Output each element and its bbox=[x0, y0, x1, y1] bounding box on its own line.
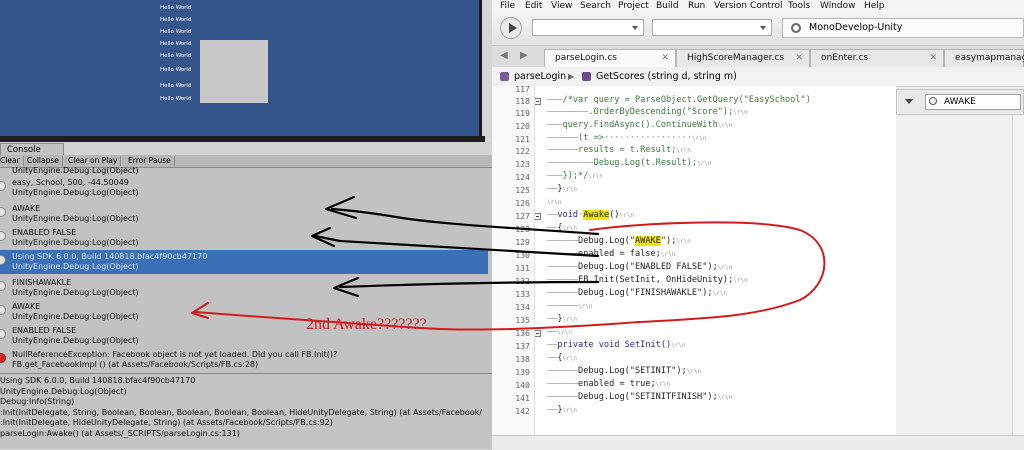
black-arrowhead bbox=[324, 195, 358, 220]
annotation-text: 2nd Awake??????? bbox=[306, 316, 427, 333]
red-arrowhead bbox=[191, 302, 209, 319]
black-arrow bbox=[338, 280, 600, 289]
black-arrow bbox=[330, 207, 600, 236]
red-loop bbox=[194, 221, 826, 331]
black-arrow bbox=[313, 234, 600, 258]
annotation-layer: 2nd Awake??????? bbox=[191, 195, 826, 333]
